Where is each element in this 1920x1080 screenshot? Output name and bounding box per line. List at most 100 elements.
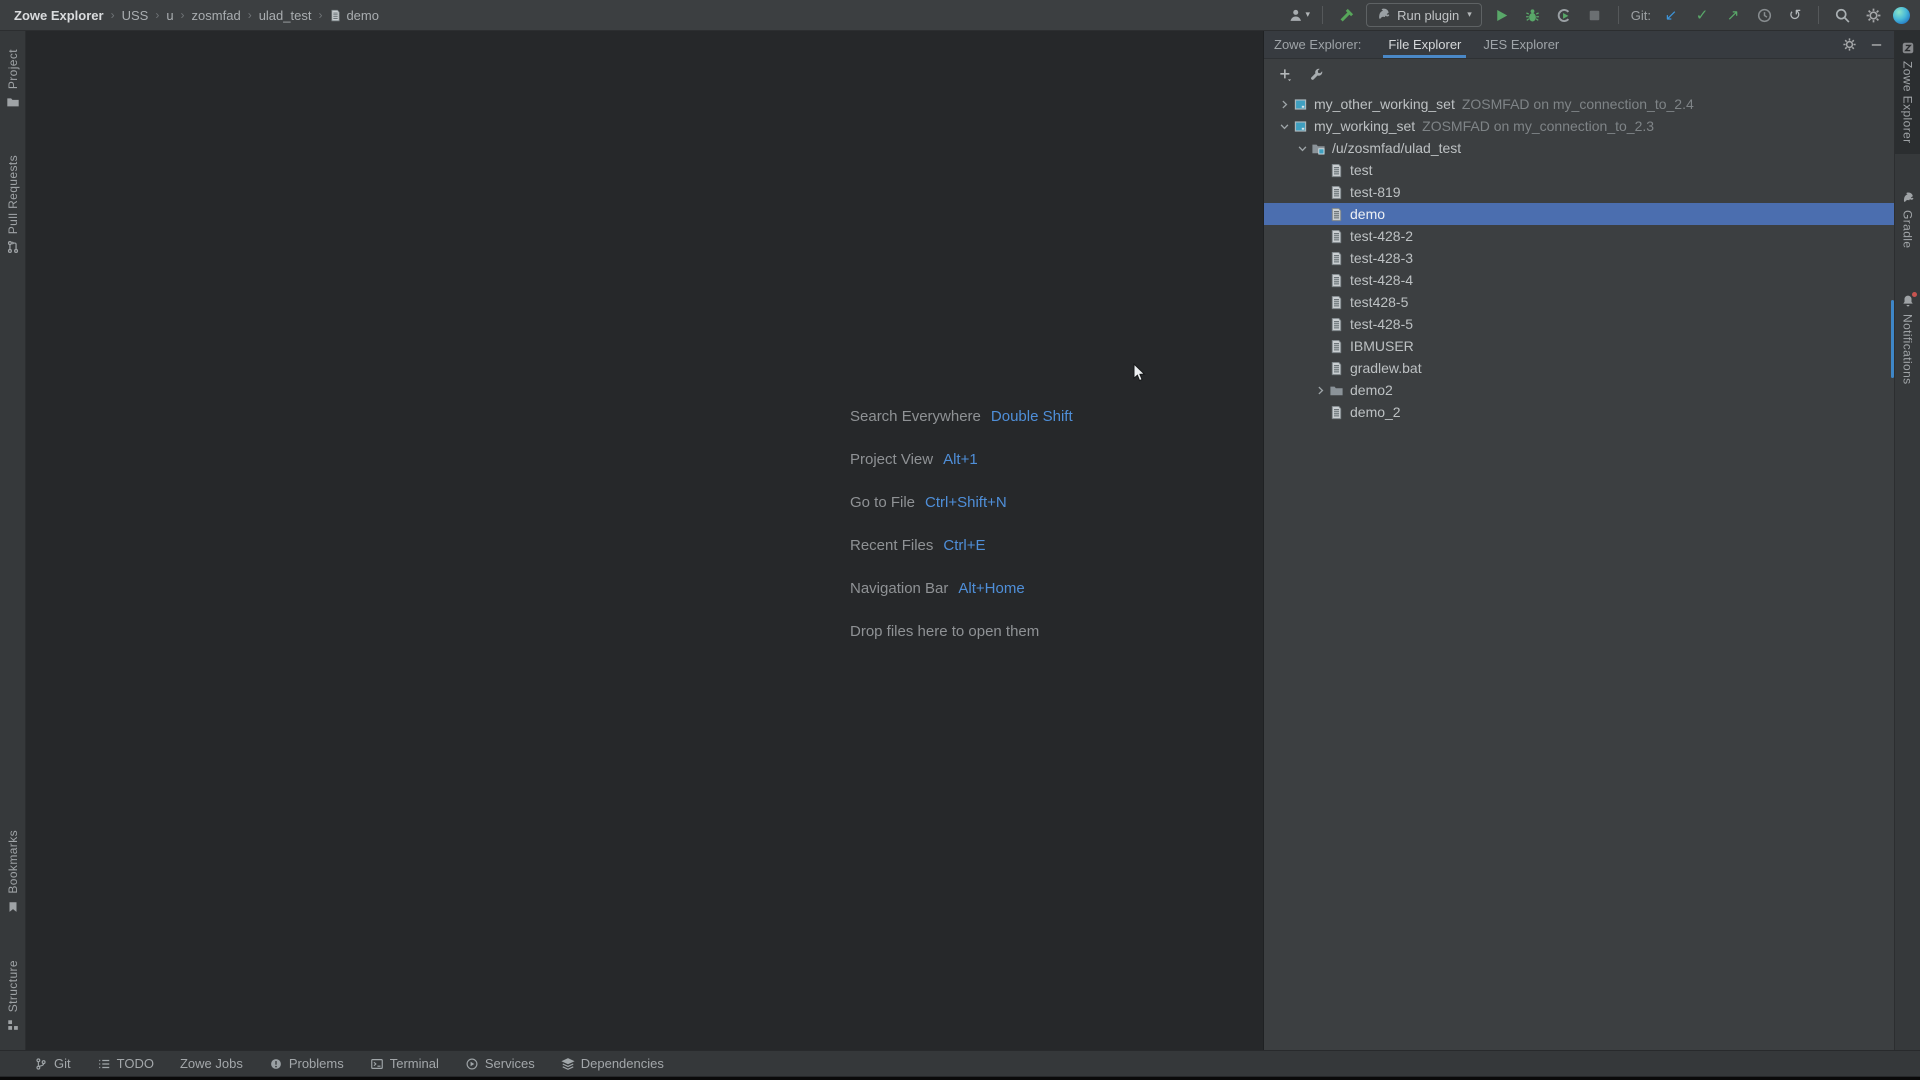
settings-wrench-button[interactable] (1309, 67, 1324, 82)
tree-row[interactable]: test-428-4 (1264, 269, 1894, 291)
stripe-tab-bookmarks[interactable]: Bookmarks (0, 820, 25, 924)
tree-node-label: my_other_working_set (1314, 96, 1455, 112)
project-folder-icon (6, 95, 20, 109)
tree-node-label: gradlew.bat (1350, 360, 1422, 376)
statusbar-item-terminal[interactable]: Terminal (370, 1056, 439, 1071)
panel-title: Zowe Explorer: (1274, 37, 1361, 52)
build-hammer-icon[interactable] (1335, 4, 1357, 26)
tree-node-label: test-819 (1350, 184, 1401, 200)
statusbar-item-zowe-jobs[interactable]: Zowe Jobs (180, 1056, 243, 1071)
shortcut-keys: Ctrl+E (943, 537, 985, 554)
statusbar-item-git[interactable]: Git (34, 1056, 71, 1071)
tree-row[interactable]: /u/zosmfad/ulad_test (1264, 137, 1894, 159)
breadcrumb-item-label: u (166, 8, 173, 23)
git-commit-button[interactable]: ✓ (1691, 4, 1713, 26)
tree-row[interactable]: demo_2 (1264, 401, 1894, 423)
profiler-button[interactable] (1553, 4, 1575, 26)
services-icon (465, 1057, 479, 1071)
stripe-tab-project[interactable]: Project (0, 39, 25, 119)
tree-row[interactable]: my_other_working_set ZOSMFAD on my_connec… (1264, 93, 1894, 115)
debug-bug-button[interactable] (1522, 4, 1544, 26)
breadcrumb-item[interactable]: ulad_test (259, 8, 312, 23)
breadcrumb-items: ›USS›u›zosmfad›ulad_test›demo (111, 8, 379, 23)
left-tool-stripe: Project Pull Requests Bookmarks Structure (0, 31, 26, 1050)
stripe-tab-notifications[interactable]: Notifications (1895, 284, 1920, 395)
shortcut-list: Search EverywhereDouble ShiftProject Vie… (850, 403, 1073, 601)
breadcrumb-item[interactable]: zosmfad (192, 8, 241, 23)
statusbar-item-services[interactable]: Services (465, 1056, 535, 1071)
statusbar-item-todo[interactable]: TODO (97, 1056, 154, 1071)
statusbar-item-label: Git (54, 1056, 71, 1071)
tree-row[interactable]: test-428-5 (1264, 313, 1894, 335)
shortcut-keys: Ctrl+Shift+N (925, 494, 1007, 511)
statusbar-item-dependencies[interactable]: Dependencies (561, 1056, 664, 1071)
git-update-button[interactable]: ↙ (1660, 4, 1682, 26)
stripe-tab-gradle[interactable]: Gradle (1895, 180, 1920, 258)
empty-editor-shortcuts: Search EverywhereDouble ShiftProject Vie… (850, 403, 1073, 644)
stripe-tab-label: Pull Requests (6, 155, 20, 234)
zowe-logo-icon[interactable] (1893, 7, 1910, 24)
panel-minimize-button[interactable] (1869, 37, 1884, 52)
settings-gear-button[interactable] (1862, 4, 1884, 26)
pull-requests-icon (6, 240, 20, 254)
tree-row[interactable]: demo2 (1264, 379, 1894, 401)
mouse-cursor (1132, 363, 1152, 383)
breadcrumb-item[interactable]: USS (122, 8, 149, 23)
tree-row[interactable]: my_working_setZOSMFAD on my_connection_t… (1264, 115, 1894, 137)
structure-icon (6, 1018, 20, 1032)
tree-node-secondary: ZOSMFAD on my_connection_to_2.4 (1462, 96, 1694, 112)
notification-badge-wrap (1901, 294, 1915, 308)
user-icon[interactable]: ▾ (1288, 4, 1310, 26)
stripe-tab-label: Notifications (1901, 314, 1915, 385)
stripe-tab-pull-requests[interactable]: Pull Requests (0, 145, 25, 264)
tree-row[interactable]: test428-5 (1264, 291, 1894, 313)
file-icon (329, 9, 342, 22)
breadcrumb-item[interactable]: demo (329, 8, 379, 23)
tree-row[interactable]: gradlew.bat (1264, 357, 1894, 379)
problems-icon (269, 1057, 283, 1071)
stripe-tab-zowe-explorer[interactable]: Zowe Explorer (1895, 31, 1920, 154)
tab-jes-explorer[interactable]: JES Explorer (1472, 31, 1570, 58)
tree-row[interactable]: IBMUSER (1264, 335, 1894, 357)
history-clock-button[interactable] (1753, 4, 1775, 26)
stripe-tab-structure[interactable]: Structure (0, 950, 25, 1042)
tree-node-label: IBMUSER (1350, 338, 1414, 354)
shortcut-label: Project View (850, 451, 933, 468)
tree-node-label: test-428-2 (1350, 228, 1413, 244)
tree-row[interactable]: test-428-3 (1264, 247, 1894, 269)
tree-row[interactable]: test-819 (1264, 181, 1894, 203)
stripe-tab-label: Structure (6, 960, 20, 1012)
run-button[interactable] (1491, 4, 1513, 26)
toolbar-separator (1618, 6, 1619, 24)
working-set-icon (1293, 119, 1312, 134)
git-push-button[interactable]: ↗ (1722, 4, 1744, 26)
chevron-right-icon (1314, 384, 1327, 397)
file-icon (1329, 317, 1348, 332)
shortcut-label: Search Everywhere (850, 408, 981, 425)
tab-file-explorer[interactable]: File Explorer (1377, 31, 1472, 58)
tree-row[interactable]: test-428-2 (1264, 225, 1894, 247)
breadcrumb-item-label: demo (346, 8, 379, 23)
breadcrumb-item[interactable]: u (166, 8, 173, 23)
add-working-set-button[interactable] (1278, 67, 1293, 82)
tree-node-secondary: ZOSMFAD on my_connection_to_2.3 (1422, 118, 1654, 134)
shortcut-label: Recent Files (850, 537, 933, 554)
chevron-slot (1312, 384, 1329, 397)
breadcrumb-item-label: USS (122, 8, 149, 23)
stop-button[interactable] (1584, 4, 1606, 26)
tree-row[interactable]: test (1264, 159, 1894, 181)
statusbar-item-label: Dependencies (581, 1056, 664, 1071)
search-everywhere-button[interactable] (1831, 4, 1853, 26)
chevron-down-icon: ▾ (1306, 10, 1311, 20)
tree-node-label: demo (1350, 206, 1385, 222)
run-configuration-select[interactable]: Run plugin ▾ (1366, 3, 1482, 27)
panel-settings-gear-button[interactable] (1842, 37, 1857, 52)
chevron-slot (1276, 120, 1293, 133)
dependencies-icon (561, 1057, 575, 1071)
statusbar-item-problems[interactable]: Problems (269, 1056, 344, 1071)
shortcut-row: Go to FileCtrl+Shift+N (850, 489, 1073, 515)
tree-row[interactable]: demo (1264, 203, 1894, 225)
breadcrumb-root[interactable]: Zowe Explorer (14, 8, 104, 23)
rollback-button[interactable]: ↺ (1784, 4, 1806, 26)
breadcrumb-separator: › (111, 8, 115, 22)
